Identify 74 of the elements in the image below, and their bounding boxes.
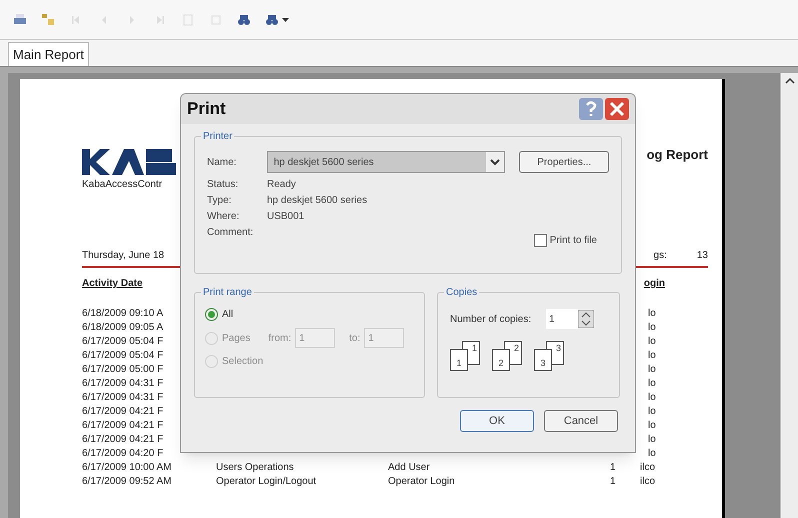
field-label: Comment:: [207, 226, 254, 240]
field-value: hp deskjet 5600 series: [267, 194, 368, 208]
table-cell: lo: [648, 405, 656, 419]
field-label: Name:: [207, 156, 238, 170]
logo-icon: [82, 149, 176, 175]
field-label: from:: [268, 332, 292, 346]
table-cell-text: 6/17/2009 09:52 AM: [82, 475, 173, 489]
pages-label: gs:: [654, 249, 667, 263]
logo-caption: KabaAccessContr: [82, 178, 164, 192]
column-header: Activity Date: [82, 277, 143, 291]
properties-button[interactable]: Properties...: [519, 151, 609, 173]
field-label: Status:: [207, 178, 240, 192]
pages-value: 13: [696, 249, 708, 263]
table-cell-text: 6/17/2009 05:04 F: [82, 349, 164, 363]
radio-label: All: [222, 308, 234, 322]
table-cell: ilco: [640, 461, 656, 475]
table-cell-text: 6/17/2009 10:00 AM: [82, 461, 173, 475]
table-cell-text: 1: [610, 461, 617, 475]
field-label: Number of copies:: [450, 312, 532, 326]
radio-label: Selection: [222, 355, 264, 369]
table-cell-text: 6/17/2009 04:21 F: [82, 405, 164, 419]
table-cell: lo: [648, 335, 656, 349]
table-cell: lo: [648, 419, 656, 433]
table-cell-text: 1: [610, 475, 617, 489]
table-cell-text: Users Operations: [216, 461, 295, 475]
table-cell-text: Add User: [388, 461, 431, 475]
table-cell: lo: [648, 349, 656, 363]
field-value: USB001: [267, 210, 304, 224]
table-cell-text: 6/17/2009 04:20 F: [82, 447, 164, 461]
page-sheet: 2: [492, 349, 510, 371]
caret-icon[interactable]: [486, 152, 504, 172]
printer-dropdown[interactable]: hp deskjet 5600 series: [266, 151, 506, 173]
table-cell-text: 6/17/2009 04:31 F: [82, 391, 164, 405]
close-icon[interactable]: [605, 98, 629, 120]
dialog-title: Print: [187, 98, 226, 120]
table-cell: lo: [648, 307, 656, 321]
radio-button[interactable]: [205, 308, 218, 321]
group-label: Copies: [444, 285, 480, 300]
table-cell: lo: [648, 377, 656, 391]
ok-button[interactable]: OK: [460, 410, 534, 432]
radio-label: Pages: [222, 332, 250, 346]
help-icon[interactable]: [579, 98, 603, 120]
field-label: Type:: [207, 194, 232, 208]
tab[interactable]: Main Report: [8, 42, 89, 66]
checkbox[interactable]: [534, 234, 547, 247]
scroll-up-icon[interactable]: [784, 77, 794, 85]
table-cell-text: 6/17/2009 05:00 F: [82, 363, 164, 377]
table-cell: lo: [648, 321, 656, 335]
cancel-button[interactable]: Cancel: [544, 410, 618, 432]
table-cell: lo: [648, 391, 656, 405]
report-date: Thursday, June 18: [82, 249, 164, 263]
table-cell-text: Operator Login: [388, 475, 456, 489]
column-header: ogin: [644, 277, 665, 291]
field-label: Where:: [207, 210, 240, 224]
table-cell-text: 6/17/2009 05:04 F: [82, 335, 164, 349]
table-cell-text: 6/18/2009 09:10 A: [82, 307, 164, 321]
table-cell-text: 6/18/2009 09:05 A: [82, 321, 164, 335]
table-cell: lo: [648, 447, 656, 461]
page-sheet: 3: [534, 349, 552, 371]
report-title: og Report: [646, 146, 708, 164]
page-sheet: 1: [450, 349, 468, 371]
field-label: to:: [349, 332, 360, 346]
table-cell: lo: [648, 363, 656, 377]
field-value: Ready: [267, 178, 296, 192]
table-cell: ilco: [640, 475, 656, 489]
table-cell-text: 6/17/2009 04:21 F: [82, 419, 164, 433]
checkbox-label: Print to file: [550, 234, 597, 248]
table-cell-text: 6/17/2009 04:31 F: [82, 377, 164, 391]
group-label: Print range: [201, 285, 254, 300]
table-cell: lo: [648, 433, 656, 447]
table-cell-text: 6/17/2009 04:21 F: [82, 433, 164, 447]
table-cell-text: Operator Login/Logout: [216, 475, 318, 489]
caret-icon[interactable]: [282, 18, 289, 22]
scrollbar[interactable]: [780, 73, 798, 518]
